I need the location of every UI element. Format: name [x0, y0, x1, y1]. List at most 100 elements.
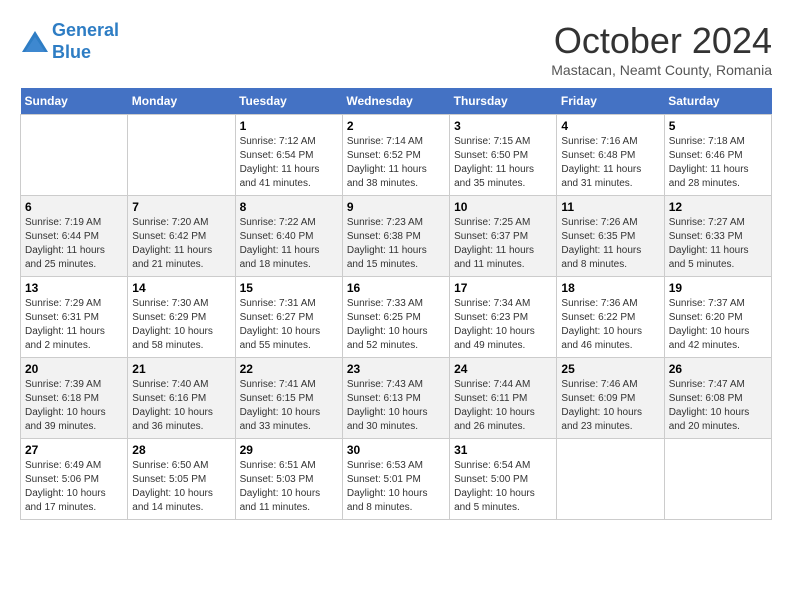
logo-line2: Blue: [52, 42, 91, 62]
cell-day-number: 6: [25, 200, 123, 214]
cell-day-number: 1: [240, 119, 338, 133]
logo-text: General Blue: [52, 20, 119, 63]
cell-sun-info: Sunrise: 7:12 AMSunset: 6:54 PMDaylight:…: [240, 135, 338, 191]
cell-day-number: 13: [25, 281, 123, 295]
calendar-cell: [128, 115, 235, 196]
calendar-cell: 30 Sunrise: 6:53 AMSunset: 5:01 PMDayligh…: [342, 439, 449, 520]
cell-sun-info: Sunrise: 7:34 AMSunset: 6:23 PMDaylight:…: [454, 297, 552, 353]
cell-day-number: 17: [454, 281, 552, 295]
calendar-cell: 28Sunrise: 6:50 AMSunset: 5:05 PMDayligh…: [128, 439, 235, 520]
cell-day-number: 30: [347, 443, 445, 457]
calendar-cell: 31Sunrise: 6:54 AMSunset: 5:00 PMDayligh…: [450, 439, 557, 520]
calendar-table: SundayMondayTuesdayWednesdayThursdayFrid…: [20, 88, 772, 520]
calendar-header: SundayMondayTuesdayWednesdayThursdayFrid…: [21, 88, 772, 115]
location-subtitle: Mastacan, Neamt County, Romania: [551, 62, 772, 78]
cell-day-number: 12: [669, 200, 767, 214]
cell-sun-info: Sunrise: 7:43 AMSunset: 6:13 PMDaylight:…: [347, 378, 445, 434]
cell-day-number: 3: [454, 119, 552, 133]
cell-sun-info: Sunrise: 7:22 AMSunset: 6:40 PMDaylight:…: [240, 216, 338, 272]
cell-sun-info: Sunrise: 7:37 AMSunset: 6:20 PMDaylight:…: [669, 297, 767, 353]
cell-day-number: 27: [25, 443, 123, 457]
cell-day-number: 2: [347, 119, 445, 133]
cell-day-number: 16: [347, 281, 445, 295]
calendar-week-4: 20 Sunrise: 7:39 AMSunset: 6:18 PMDayligh…: [21, 358, 772, 439]
calendar-cell: 2 Sunrise: 7:14 AMSunset: 6:52 PMDaylight…: [342, 115, 449, 196]
cell-sun-info: Sunrise: 7:19 AMSunset: 6:44 PMDaylight:…: [25, 216, 123, 272]
day-header-thursday: Thursday: [450, 88, 557, 115]
calendar-cell: 23 Sunrise: 7:43 AMSunset: 6:13 PMDayligh…: [342, 358, 449, 439]
calendar-cell: [664, 439, 771, 520]
calendar-cell: 14 Sunrise: 7:30 AMSunset: 6:29 PMDayligh…: [128, 277, 235, 358]
calendar-cell: [21, 115, 128, 196]
cell-sun-info: Sunrise: 7:39 AMSunset: 6:18 PMDaylight:…: [25, 378, 123, 434]
calendar-cell: 25 Sunrise: 7:46 AMSunset: 6:09 PMDayligh…: [557, 358, 664, 439]
logo-icon: [20, 29, 50, 54]
cell-day-number: 18: [561, 281, 659, 295]
cell-sun-info: Sunrise: 7:26 AMSunset: 6:35 PMDaylight:…: [561, 216, 659, 272]
cell-sun-info: Sunrise: 7:25 AMSunset: 6:37 PMDaylight:…: [454, 216, 552, 272]
calendar-cell: 26 Sunrise: 7:47 AMSunset: 6:08 PMDayligh…: [664, 358, 771, 439]
cell-day-number: 20: [25, 362, 123, 376]
calendar-cell: 6 Sunrise: 7:19 AMSunset: 6:44 PMDaylight…: [21, 196, 128, 277]
day-header-friday: Friday: [557, 88, 664, 115]
header-row: SundayMondayTuesdayWednesdayThursdayFrid…: [21, 88, 772, 115]
cell-sun-info: Sunrise: 7:20 AMSunset: 6:42 PMDaylight:…: [132, 216, 230, 272]
calendar-cell: 7 Sunrise: 7:20 AMSunset: 6:42 PMDaylight…: [128, 196, 235, 277]
cell-sun-info: Sunrise: 7:46 AMSunset: 6:09 PMDaylight:…: [561, 378, 659, 434]
cell-sun-info: Sunrise: 7:16 AMSunset: 6:48 PMDaylight:…: [561, 135, 659, 191]
cell-day-number: 26: [669, 362, 767, 376]
cell-day-number: 15: [240, 281, 338, 295]
calendar-cell: 17 Sunrise: 7:34 AMSunset: 6:23 PMDayligh…: [450, 277, 557, 358]
logo-line1: General: [52, 20, 119, 40]
calendar-cell: 27 Sunrise: 6:49 AMSunset: 5:06 PMDayligh…: [21, 439, 128, 520]
calendar-body: 1 Sunrise: 7:12 AMSunset: 6:54 PMDaylight…: [21, 115, 772, 520]
cell-day-number: 22: [240, 362, 338, 376]
cell-day-number: 9: [347, 200, 445, 214]
calendar-week-5: 27 Sunrise: 6:49 AMSunset: 5:06 PMDayligh…: [21, 439, 772, 520]
cell-day-number: 23: [347, 362, 445, 376]
cell-day-number: 29: [240, 443, 338, 457]
calendar-week-3: 13 Sunrise: 7:29 AMSunset: 6:31 PMDayligh…: [21, 277, 772, 358]
cell-sun-info: Sunrise: 7:23 AMSunset: 6:38 PMDaylight:…: [347, 216, 445, 272]
calendar-week-2: 6 Sunrise: 7:19 AMSunset: 6:44 PMDaylight…: [21, 196, 772, 277]
cell-sun-info: Sunrise: 7:29 AMSunset: 6:31 PMDaylight:…: [25, 297, 123, 353]
cell-day-number: 7: [132, 200, 230, 214]
cell-day-number: 19: [669, 281, 767, 295]
cell-day-number: 21: [132, 362, 230, 376]
cell-sun-info: Sunrise: 6:51 AMSunset: 5:03 PMDaylight:…: [240, 459, 338, 515]
cell-sun-info: Sunrise: 7:30 AMSunset: 6:29 PMDaylight:…: [132, 297, 230, 353]
calendar-cell: 20 Sunrise: 7:39 AMSunset: 6:18 PMDayligh…: [21, 358, 128, 439]
cell-day-number: 28: [132, 443, 230, 457]
cell-sun-info: Sunrise: 7:14 AMSunset: 6:52 PMDaylight:…: [347, 135, 445, 191]
calendar-cell: 12 Sunrise: 7:27 AMSunset: 6:33 PMDayligh…: [664, 196, 771, 277]
calendar-cell: 4Sunrise: 7:16 AMSunset: 6:48 PMDaylight…: [557, 115, 664, 196]
calendar-cell: 3 Sunrise: 7:15 AMSunset: 6:50 PMDaylight…: [450, 115, 557, 196]
cell-day-number: 5: [669, 119, 767, 133]
cell-day-number: 14: [132, 281, 230, 295]
title-area: October 2024 Mastacan, Neamt County, Rom…: [551, 20, 772, 78]
cell-sun-info: Sunrise: 7:31 AMSunset: 6:27 PMDaylight:…: [240, 297, 338, 353]
calendar-cell: 19 Sunrise: 7:37 AMSunset: 6:20 PMDayligh…: [664, 277, 771, 358]
cell-sun-info: Sunrise: 7:41 AMSunset: 6:15 PMDaylight:…: [240, 378, 338, 434]
cell-sun-info: Sunrise: 7:15 AMSunset: 6:50 PMDaylight:…: [454, 135, 552, 191]
page-header: General Blue October 2024 Mastacan, Neam…: [20, 20, 772, 78]
cell-sun-info: Sunrise: 7:18 AMSunset: 6:46 PMDaylight:…: [669, 135, 767, 191]
cell-sun-info: Sunrise: 7:47 AMSunset: 6:08 PMDaylight:…: [669, 378, 767, 434]
cell-day-number: 25: [561, 362, 659, 376]
cell-day-number: 24: [454, 362, 552, 376]
cell-sun-info: Sunrise: 7:40 AMSunset: 6:16 PMDaylight:…: [132, 378, 230, 434]
calendar-cell: 9 Sunrise: 7:23 AMSunset: 6:38 PMDaylight…: [342, 196, 449, 277]
calendar-cell: 11 Sunrise: 7:26 AMSunset: 6:35 PMDayligh…: [557, 196, 664, 277]
calendar-cell: 16 Sunrise: 7:33 AMSunset: 6:25 PMDayligh…: [342, 277, 449, 358]
cell-sun-info: Sunrise: 6:49 AMSunset: 5:06 PMDaylight:…: [25, 459, 123, 515]
calendar-week-1: 1 Sunrise: 7:12 AMSunset: 6:54 PMDaylight…: [21, 115, 772, 196]
logo: General Blue: [20, 20, 119, 63]
cell-sun-info: Sunrise: 7:27 AMSunset: 6:33 PMDaylight:…: [669, 216, 767, 272]
calendar-cell: [557, 439, 664, 520]
calendar-cell: 13 Sunrise: 7:29 AMSunset: 6:31 PMDayligh…: [21, 277, 128, 358]
day-header-saturday: Saturday: [664, 88, 771, 115]
cell-day-number: 11: [561, 200, 659, 214]
cell-sun-info: Sunrise: 7:33 AMSunset: 6:25 PMDaylight:…: [347, 297, 445, 353]
cell-sun-info: Sunrise: 7:36 AMSunset: 6:22 PMDaylight:…: [561, 297, 659, 353]
cell-sun-info: Sunrise: 6:53 AMSunset: 5:01 PMDaylight:…: [347, 459, 445, 515]
